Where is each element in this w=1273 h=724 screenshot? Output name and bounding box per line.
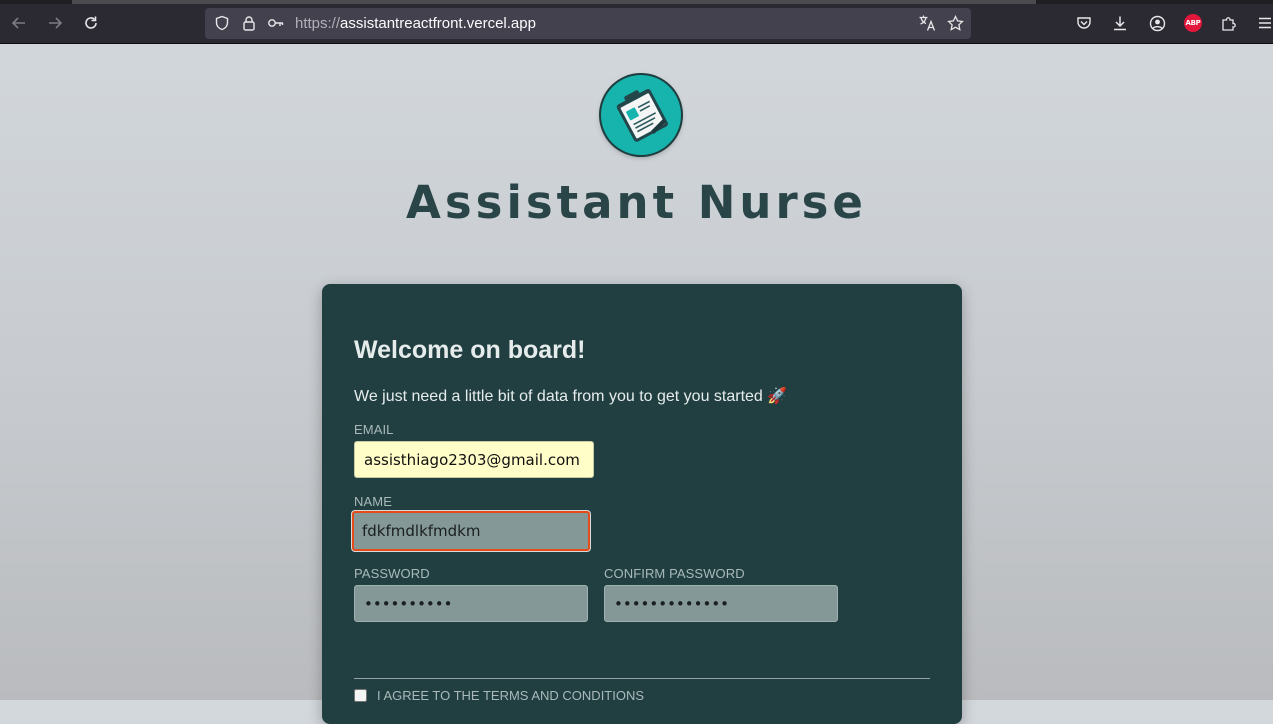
url-scheme: https:// bbox=[295, 15, 341, 32]
form-subtitle: We just need a little bit of data from y… bbox=[354, 386, 787, 406]
extensions-button[interactable] bbox=[1214, 8, 1244, 38]
translate-icon bbox=[919, 15, 936, 31]
form-heading: Welcome on board! bbox=[354, 336, 586, 364]
account-button[interactable] bbox=[1142, 8, 1172, 38]
reload-icon bbox=[85, 16, 97, 29]
account-icon bbox=[1149, 15, 1165, 31]
download-icon bbox=[1114, 16, 1126, 31]
bookmark-button[interactable] bbox=[942, 10, 968, 36]
confirm-password-field[interactable] bbox=[604, 585, 838, 622]
pocket-icon bbox=[1077, 17, 1091, 29]
terms-label: I AGREE TO THE TERMS AND CONDITIONS bbox=[377, 688, 645, 703]
password-field[interactable] bbox=[354, 585, 588, 622]
forward-button[interactable] bbox=[40, 8, 70, 38]
form-divider bbox=[354, 678, 930, 679]
downloads-button[interactable] bbox=[1105, 8, 1135, 38]
password-label: PASSWORD bbox=[354, 566, 430, 581]
browser-toolbar: https://assistantreactfront.vercel.app A… bbox=[0, 4, 1273, 44]
site-permissions-button[interactable] bbox=[263, 10, 289, 36]
app-logo bbox=[601, 75, 681, 155]
tracking-protection-button[interactable] bbox=[209, 10, 235, 36]
signup-card: Welcome on board! We just need a little … bbox=[322, 284, 962, 724]
url-host: assistantreactfront.vercel.app bbox=[340, 15, 536, 32]
terms-checkbox[interactable] bbox=[354, 689, 367, 702]
name-field[interactable] bbox=[352, 511, 590, 551]
forward-arrow-icon bbox=[49, 17, 63, 29]
pocket-button[interactable] bbox=[1069, 8, 1099, 38]
address-bar[interactable]: https://assistantreactfront.vercel.app bbox=[205, 8, 971, 39]
terms-row: I AGREE TO THE TERMS AND CONDITIONS bbox=[354, 688, 644, 703]
key-icon bbox=[268, 19, 284, 27]
clipboard-icon bbox=[616, 89, 668, 142]
star-icon bbox=[946, 14, 964, 31]
adblock-button[interactable]: ABP bbox=[1178, 8, 1208, 38]
confirm-password-label: CONFIRM PASSWORD bbox=[604, 566, 745, 581]
abp-icon: ABP bbox=[1184, 14, 1202, 32]
rocket-icon: 🚀 bbox=[767, 388, 788, 405]
url-text[interactable]: https://assistantreactfront.vercel.app bbox=[295, 8, 536, 39]
back-arrow-icon bbox=[11, 17, 25, 29]
form-subtitle-text: We just need a little bit of data from y… bbox=[354, 388, 763, 405]
back-button[interactable] bbox=[4, 8, 34, 38]
hamburger-menu-icon bbox=[1259, 17, 1271, 29]
menu-button[interactable] bbox=[1250, 8, 1273, 38]
name-label: NAME bbox=[354, 494, 392, 509]
puzzle-icon bbox=[1221, 16, 1236, 31]
email-field[interactable] bbox=[354, 441, 594, 478]
site-security-button[interactable] bbox=[236, 10, 262, 36]
lock-icon bbox=[243, 16, 255, 31]
app-title: Assistant Nurse bbox=[406, 176, 867, 229]
reload-button[interactable] bbox=[76, 8, 106, 38]
translate-button[interactable] bbox=[914, 10, 940, 36]
shield-icon bbox=[215, 15, 229, 31]
email-label: EMAIL bbox=[354, 422, 394, 437]
